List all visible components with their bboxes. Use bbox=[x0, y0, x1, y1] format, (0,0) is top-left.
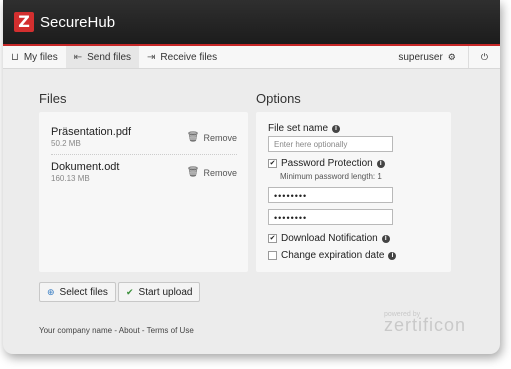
app-window: Z SecureHub ⊔ My files ⇤ Send files ⇥ Re… bbox=[3, 0, 500, 354]
nav-right: superuser ⚙ ⏻ bbox=[390, 46, 500, 68]
tab-label: Receive files bbox=[160, 51, 218, 63]
change-expiration-option[interactable]: Change expiration date i bbox=[268, 250, 397, 261]
app-title: SecureHub bbox=[40, 13, 116, 31]
list-item: Dokument.odt 160.13 MB 🗑 Remove bbox=[51, 161, 237, 183]
file-set-name-input[interactable]: Enter here optionally bbox=[268, 136, 393, 152]
user-menu[interactable]: superuser ⚙ bbox=[390, 46, 468, 68]
options-panel: File set name i Enter here optionally ✔ … bbox=[256, 112, 451, 272]
download-notification-checkbox[interactable]: ✔ bbox=[268, 234, 277, 243]
gear-icon: ⚙ bbox=[447, 51, 456, 62]
file-set-name-label: File set name i bbox=[268, 123, 341, 134]
footer-separator: - bbox=[139, 326, 147, 335]
tab-receive-files[interactable]: ⇥ Receive files bbox=[139, 46, 225, 68]
info-icon[interactable]: i bbox=[388, 251, 397, 260]
terms-link[interactable]: Terms of Use bbox=[147, 326, 194, 335]
about-link[interactable]: About bbox=[119, 326, 140, 335]
download-notification-option[interactable]: ✔ Download Notification i bbox=[268, 233, 390, 244]
inbox-icon: ⊔ bbox=[11, 51, 19, 63]
check-icon: ✔ bbox=[126, 286, 134, 297]
add-icon: ⊕ bbox=[47, 286, 55, 297]
list-item: Präsentation.pdf 50.2 MB 🗑 Remove bbox=[51, 126, 237, 148]
nav-bar: ⊔ My files ⇤ Send files ⇥ Receive files … bbox=[3, 46, 500, 69]
options-title: Options bbox=[256, 91, 301, 106]
tab-send-files[interactable]: ⇤ Send files bbox=[65, 46, 140, 68]
brand-logo: powered by zertificon bbox=[384, 311, 466, 336]
files-panel: Präsentation.pdf 50.2 MB 🗑 Remove Dokume… bbox=[39, 112, 248, 272]
password-protection-checkbox[interactable]: ✔ bbox=[268, 159, 277, 168]
label-text: File set name bbox=[268, 123, 329, 134]
username: superuser bbox=[398, 51, 443, 63]
remove-label: Remove bbox=[203, 167, 237, 178]
footer-separator: - bbox=[112, 326, 119, 335]
trash-icon: 🗑 bbox=[186, 132, 200, 143]
password-confirm-field[interactable]: •••••••• bbox=[268, 209, 393, 225]
remove-button[interactable]: 🗑 Remove bbox=[187, 167, 237, 178]
password-protection-option[interactable]: ✔ Password Protection i bbox=[268, 158, 385, 169]
title-bar: Z SecureHub bbox=[3, 0, 500, 46]
logout-button[interactable]: ⏻ bbox=[467, 46, 500, 68]
tab-label: My files bbox=[23, 51, 58, 63]
tab-my-files[interactable]: ⊔ My files bbox=[3, 46, 66, 68]
select-files-button[interactable]: ⊕ Select files bbox=[39, 282, 116, 302]
button-label: Start upload bbox=[138, 286, 193, 298]
label-text: Password Protection bbox=[281, 158, 373, 169]
button-label: Select files bbox=[59, 286, 108, 298]
receive-icon: ⇥ bbox=[147, 51, 156, 63]
info-icon[interactable]: i bbox=[332, 124, 341, 133]
trash-icon: 🗑 bbox=[186, 167, 200, 178]
remove-label: Remove bbox=[203, 132, 237, 143]
label-text: Change expiration date bbox=[281, 250, 385, 261]
footer: Your company name - About - Terms of Use bbox=[39, 326, 194, 335]
tab-label: Send files bbox=[87, 51, 132, 63]
password-field[interactable]: •••••••• bbox=[268, 187, 393, 203]
divider bbox=[51, 154, 237, 155]
info-icon[interactable]: i bbox=[376, 159, 385, 168]
brand-name: zertificon bbox=[383, 315, 466, 335]
label-text: Download Notification bbox=[281, 233, 378, 244]
info-icon[interactable]: i bbox=[381, 234, 390, 243]
password-hint: Minimum password length: 1 bbox=[280, 172, 382, 181]
start-upload-button[interactable]: ✔ Start upload bbox=[118, 282, 201, 302]
power-icon: ⏻ bbox=[480, 51, 488, 62]
files-title: Files bbox=[39, 91, 67, 106]
change-expiration-checkbox[interactable] bbox=[268, 251, 277, 260]
remove-button[interactable]: 🗑 Remove bbox=[187, 132, 237, 143]
send-icon: ⇤ bbox=[73, 51, 83, 63]
app-logo: Z bbox=[14, 12, 34, 32]
company-name: Your company name bbox=[39, 326, 113, 335]
